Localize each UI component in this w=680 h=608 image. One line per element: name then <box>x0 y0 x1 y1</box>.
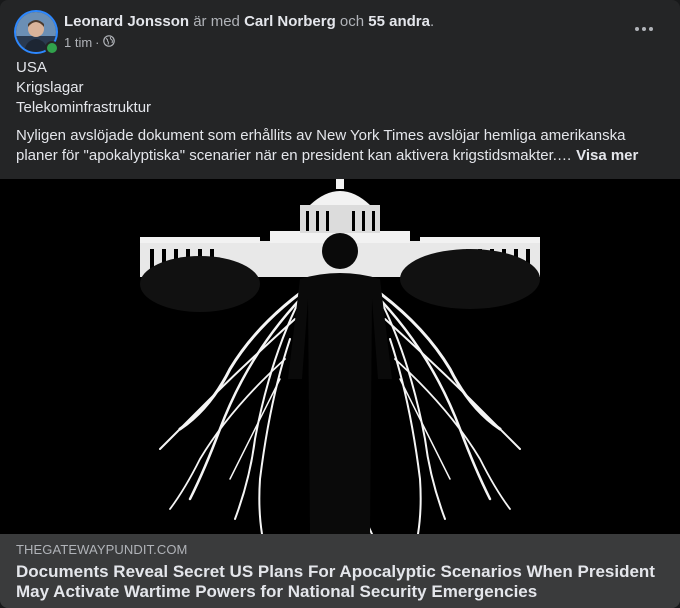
post-body: USA Krigslagar Telekominfrastruktur Nyli… <box>16 58 664 166</box>
post-paragraph: Nyligen avslöjade dokument som erhållits… <box>16 126 664 166</box>
post-tag-line: USA <box>16 59 47 76</box>
post-image[interactable] <box>0 179 680 535</box>
post-header: Leonard Jonsson är med Carl Norberg och … <box>16 12 664 56</box>
title-punct: . <box>429 13 435 30</box>
and-text: och <box>339 13 365 30</box>
tagged-person[interactable]: Carl Norberg <box>244 13 336 30</box>
feed-post: Leonard Jonsson är med Carl Norberg och … <box>0 0 680 608</box>
more-options-button[interactable] <box>630 18 658 40</box>
link-preview[interactable]: THEGATEWAYPUNDIT.COM Documents Reveal Se… <box>0 534 680 608</box>
author-name[interactable]: Leonard Jonsson <box>64 13 189 30</box>
post-paragraph-text: Nyligen avslöjade dokument som erhållits… <box>16 127 626 164</box>
link-domain: THEGATEWAYPUNDIT.COM <box>16 542 188 557</box>
post-title-line: Leonard Jonsson är med Carl Norberg och … <box>64 12 434 32</box>
online-status-dot <box>45 41 59 55</box>
with-text: är med <box>193 13 240 30</box>
post-meta: 1 tim · <box>64 34 115 52</box>
post-tag-line: Telekominfrastruktur <box>16 99 152 116</box>
others-link[interactable]: 55 andra <box>368 13 430 30</box>
globe-icon[interactable] <box>102 34 115 52</box>
link-headline[interactable]: Documents Reveal Secret US Plans For Apo… <box>16 562 656 602</box>
more-options-icon <box>635 27 639 31</box>
meta-separator: · <box>95 35 100 50</box>
more-dot <box>649 27 653 31</box>
more-dot <box>642 27 646 31</box>
post-timestamp[interactable]: 1 tim <box>64 34 92 52</box>
see-more-link[interactable]: Visa mer <box>576 147 638 164</box>
post-tag-line: Krigslagar <box>16 79 84 96</box>
